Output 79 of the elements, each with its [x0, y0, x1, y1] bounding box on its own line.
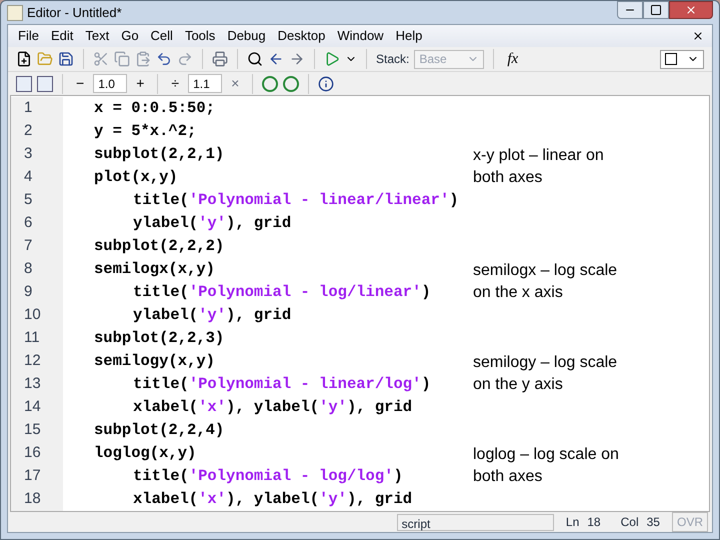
line-number: 5 [11, 189, 63, 212]
search-icon[interactable] [247, 51, 263, 67]
line-number: 18 [11, 488, 63, 511]
menu-item[interactable]: Tools [178, 26, 222, 46]
code-line: plot(x,y) [93, 166, 178, 188]
line-number: 6 [11, 212, 63, 235]
overwrite-indicator: OVR [672, 512, 708, 532]
line-number: 17 [11, 465, 63, 488]
line-number: 2 [11, 120, 63, 143]
menu-item[interactable]: Text [79, 26, 116, 46]
line-number: 3 [11, 143, 63, 166]
line-number: 14 [11, 396, 63, 419]
close-icon[interactable] [692, 30, 704, 42]
column-label: Col [620, 514, 639, 531]
menu-item[interactable]: Window [331, 26, 390, 46]
code-line: xlabel('x'), ylabel('y'), grid [132, 396, 412, 418]
save-icon[interactable] [58, 51, 74, 67]
code-editor[interactable] [10, 95, 710, 512]
line-number: 4 [11, 166, 63, 189]
code-line: title('Polynomial - linear/log') [132, 374, 431, 395]
column-value: 35 [646, 514, 660, 531]
code-line: loglog(x,y) [93, 442, 196, 464]
menu-item[interactable]: Help [390, 26, 428, 46]
stack-label: Stack: [376, 51, 410, 68]
code-line: ylabel('y'), grid [132, 304, 292, 326]
code-line: title('Polynomial - linear/linear') [132, 190, 459, 211]
code-line: subplot(2,2,2) [93, 236, 224, 257]
code-line: x = 0:0.5:50; [93, 98, 215, 119]
code-line: subplot(2,2,1) [93, 144, 224, 165]
function-button[interactable]: fx [503, 48, 522, 70]
menu-item[interactable]: Debug [221, 26, 272, 46]
layout-dropdown[interactable] [660, 50, 704, 68]
multiply-button[interactable]: × [227, 73, 244, 94]
code-line: semilogx(x,y) [93, 258, 215, 280]
maximize-button[interactable] [643, 1, 669, 19]
close-button[interactable] [669, 1, 713, 19]
line-number: 7 [11, 235, 63, 258]
line-number: 13 [11, 373, 63, 396]
line-number: 9 [11, 281, 63, 304]
window-title: Editor - Untitled* [27, 4, 122, 22]
menu-item[interactable]: Desktop [272, 26, 332, 46]
back-icon[interactable] [268, 51, 284, 67]
line-number: 1 [11, 97, 63, 120]
menu-item[interactable]: Go [115, 26, 145, 46]
line-value: 18 [587, 514, 601, 531]
line-label: Ln [566, 514, 580, 531]
code-line: subplot(2,2,3) [93, 328, 224, 349]
line-number: 15 [11, 419, 63, 442]
line-number: 12 [11, 350, 63, 373]
forward-icon[interactable] [289, 51, 305, 67]
decrement-button[interactable]: − [72, 73, 88, 94]
menu-item[interactable]: File [12, 26, 45, 46]
undo-icon[interactable] [156, 51, 172, 67]
square-icon [665, 53, 677, 65]
code-line: title('Polynomial - log/linear') [132, 282, 431, 303]
line-number: 10 [11, 304, 63, 327]
code-line: y = 5*x.^2; [93, 120, 196, 142]
menu-item[interactable]: Edit [44, 26, 80, 46]
code-line: subplot(2,2,4) [93, 420, 224, 441]
code-line: ylabel('y'), grid [132, 212, 292, 234]
maximize-icon [650, 4, 662, 16]
decrement-field[interactable]: 1.0 [93, 74, 128, 93]
info-icon[interactable] [318, 76, 334, 92]
divide-button[interactable]: ÷ [167, 73, 184, 94]
line-number: 11 [11, 327, 63, 350]
code-line: semilogy(x,y) [93, 350, 215, 372]
new-file-icon[interactable] [16, 51, 32, 67]
code-line: title('Polynomial - log/log') [132, 466, 403, 487]
menu-item[interactable]: Cell [144, 26, 179, 46]
line-number: 8 [11, 258, 63, 281]
run-icon[interactable] [324, 51, 340, 67]
status-mode: script [396, 514, 554, 530]
code-line: xlabel('x'), ylabel('y'), grid [132, 488, 412, 510]
line-number: 16 [11, 442, 63, 465]
print-icon[interactable] [212, 51, 228, 67]
close-icon [685, 4, 697, 16]
increment-button[interactable]: + [132, 73, 148, 94]
document-icon [7, 4, 23, 20]
factor-field[interactable]: 1.1 [188, 74, 222, 93]
